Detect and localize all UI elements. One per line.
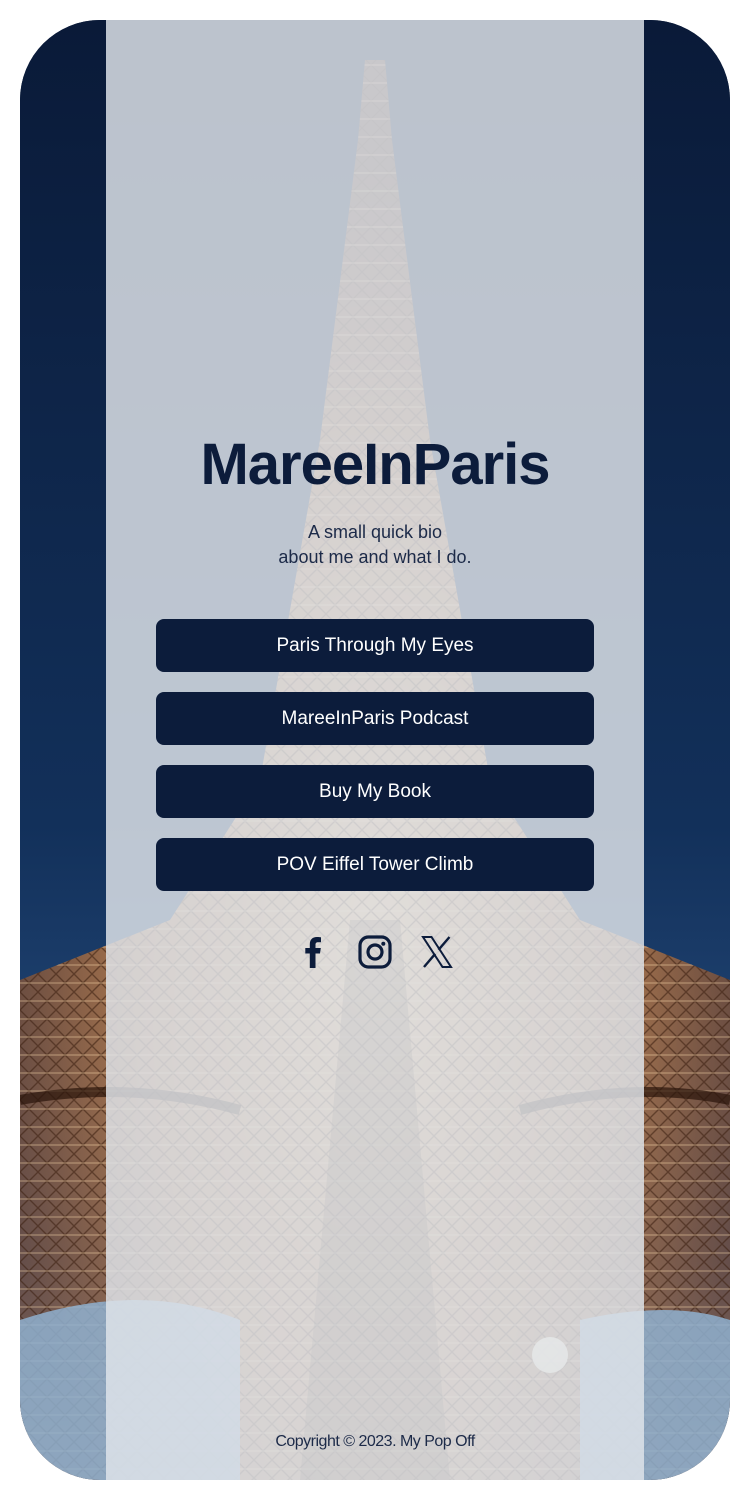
facebook-icon[interactable] — [293, 932, 333, 972]
link-button-eiffel-tower-climb[interactable]: POV Eiffel Tower Climb — [156, 838, 594, 891]
link-button-buy-my-book[interactable]: Buy My Book — [156, 765, 594, 818]
profile-page: MareeInParis A small quick bio about me … — [20, 20, 730, 1480]
x-icon[interactable] — [417, 932, 457, 972]
copyright-text: Copyright © 2023. My Pop Off — [275, 1433, 475, 1450]
link-button-paris-through-my-eyes[interactable]: Paris Through My Eyes — [156, 619, 594, 672]
bio-line: A small quick bio — [307, 522, 443, 542]
profile-name: MareeInParis — [200, 432, 550, 497]
profile-bio: A small quick bio about me and what I do… — [20, 520, 730, 570]
bio-line: about me and what I do. — [278, 547, 472, 567]
social-links — [20, 932, 730, 972]
instagram-icon[interactable] — [355, 932, 395, 972]
link-button-podcast[interactable]: MareeInParis Podcast — [156, 692, 594, 745]
link-list: Paris Through My Eyes MareeInParis Podca… — [156, 619, 594, 911]
